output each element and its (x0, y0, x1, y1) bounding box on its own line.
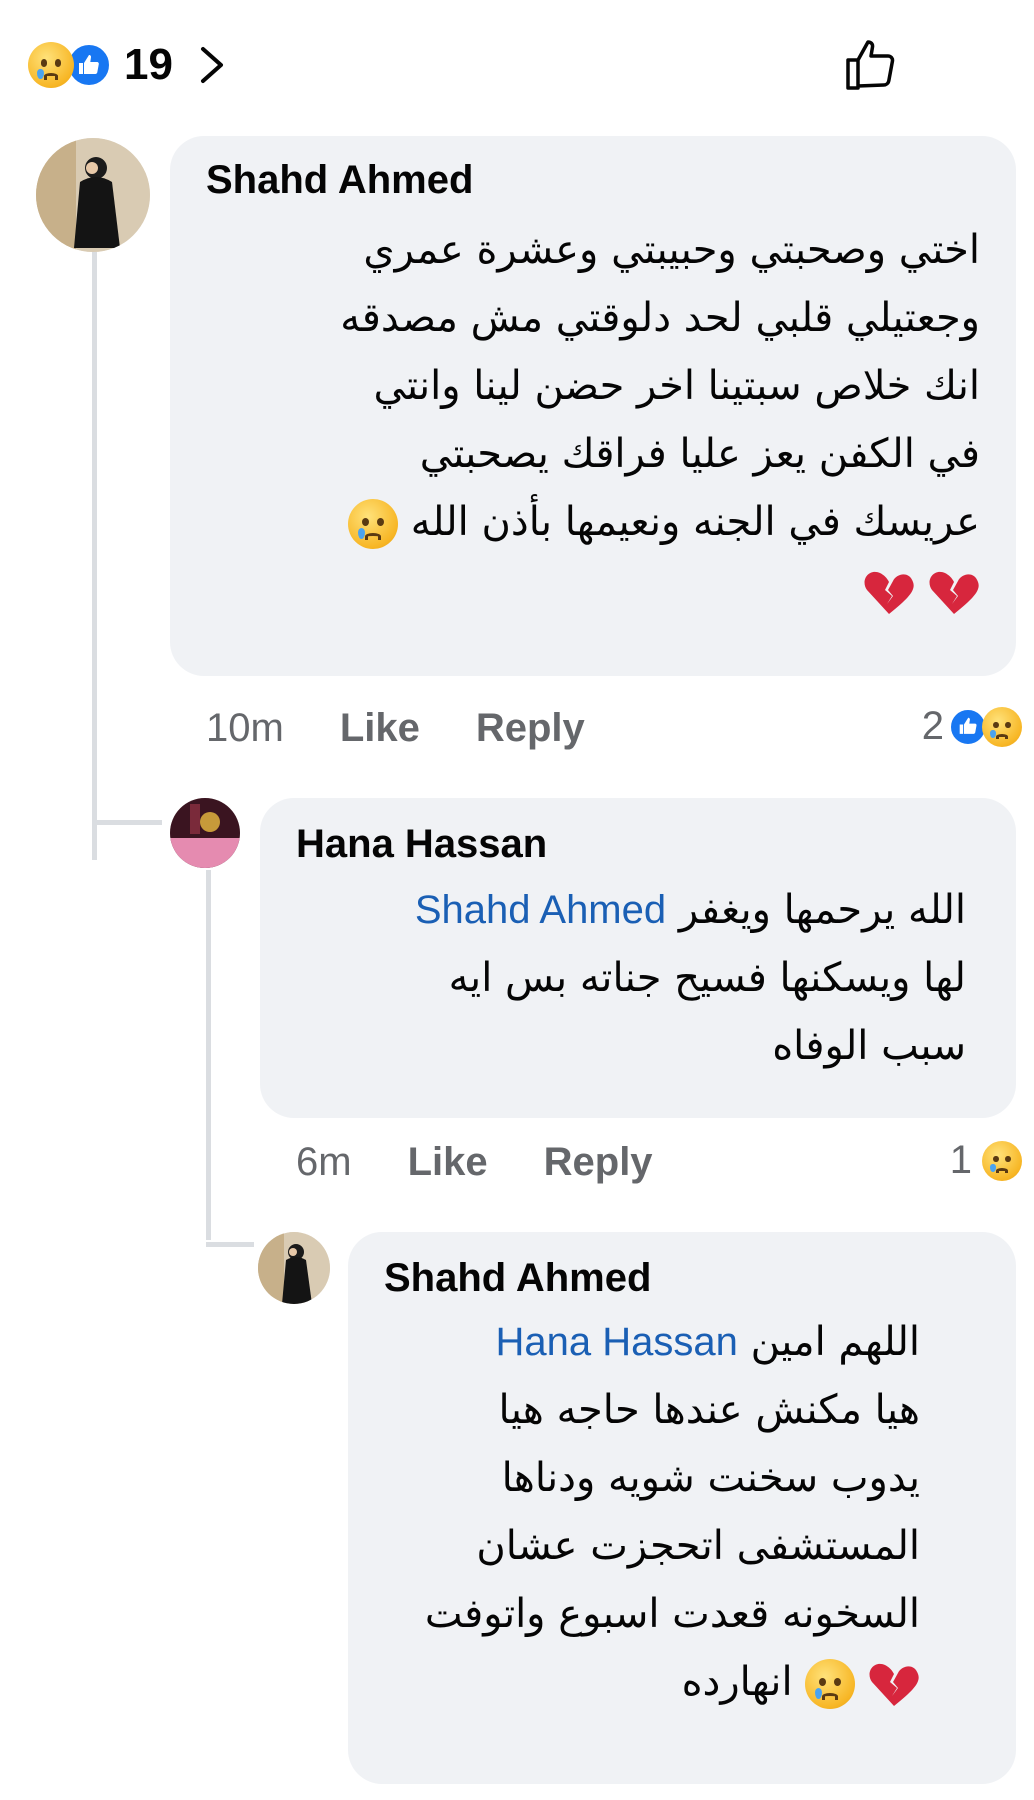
broken-hearts (200, 556, 980, 624)
comment-text: الله يرحمها ويغفر Shahd Ahmed لها ويسكنه… (286, 876, 966, 1080)
avatar-photo (258, 1232, 330, 1304)
comment-line-text: عريسك في الجنه ونعيمها بأذن الله (410, 499, 980, 545)
comment-author[interactable]: Hana Hassan (296, 822, 547, 867)
mention-link[interactable]: Hana Hassan (496, 1320, 738, 1364)
comment-line: يدوب سخنت شويه ودناها (501, 1455, 920, 1501)
comment-reactions[interactable]: 1 (950, 1138, 1022, 1183)
reaction-count: 2 (921, 704, 944, 748)
sad-emoji-icon (982, 706, 1022, 747)
comment-bubble: Shahd Ahmed اللهم امين Hana Hassan هيا م… (348, 1232, 1016, 1784)
avatar[interactable] (36, 138, 150, 252)
comment-author[interactable]: Shahd Ahmed (206, 158, 473, 203)
comment-line: انك خلاص سبتينا اخر حضن لينا وانتي (373, 363, 980, 409)
mention-link[interactable]: Shahd Ahmed (415, 888, 666, 932)
comment-text: اللهم امين Hana Hassan هيا مكنش عندها حا… (360, 1308, 920, 1716)
broken-heart-icon (928, 569, 980, 615)
reply-button[interactable]: Reply (476, 706, 585, 751)
thread-branch (92, 820, 162, 825)
avatar-photo (36, 138, 150, 252)
thread-line (206, 870, 211, 1240)
comment-bubble: Shahd Ahmed اختي وصحبتي وحبيبتي وعشرة عم… (170, 136, 1016, 676)
comment-text: اختي وصحبتي وحبيبتي وعشرة عمري وجعتيلي ق… (200, 216, 980, 624)
comment-line-text: انهارده (681, 1659, 793, 1705)
comment-line-text: اللهم امين (750, 1319, 920, 1365)
comment-line: سبب الوفاه (772, 1023, 966, 1069)
sad-emoji-icon (982, 1140, 1022, 1181)
thread-branch (206, 1242, 254, 1247)
comment-bubble: Hana Hassan الله يرحمها ويغفر Shahd Ahme… (260, 798, 1016, 1118)
comment-time[interactable]: 10m (206, 706, 284, 751)
sad-emoji-icon (348, 499, 399, 549)
avatar-photo (170, 798, 240, 868)
comment-line: اللهم امين Hana Hassan (360, 1308, 920, 1376)
comment-time[interactable]: 6m (296, 1140, 352, 1185)
reaction-count: 19 (124, 40, 173, 89)
comment-line: في الكفن يعز عليا فراقك يصحبتي (419, 431, 980, 477)
comment-line: المستشفى اتحجزت عشان (476, 1523, 920, 1569)
comment-line: اختي وصحبتي وحبيبتي وعشرة عمري (363, 227, 980, 273)
reaction-count: 1 (949, 1138, 972, 1182)
sad-emoji-icon (28, 42, 74, 88)
comment-line: وجعتيلي قلبي لحد دلوقتي مش مصدقه (340, 295, 980, 341)
broken-heart-icon (868, 1661, 920, 1707)
avatar[interactable] (170, 798, 240, 868)
thread-line (92, 240, 97, 860)
comment-line: انهارده (360, 1648, 920, 1716)
comment-actions: 6m Like Reply (296, 1140, 709, 1185)
like-button[interactable]: Like (340, 706, 420, 751)
comment-line: السخونه قعدت اسبوع واتوفت (424, 1591, 920, 1637)
avatar[interactable] (258, 1232, 330, 1304)
comment-line: عريسك في الجنه ونعيمها بأذن الله (200, 488, 980, 556)
reply-button[interactable]: Reply (544, 1140, 653, 1185)
thumb-up-icon[interactable] (844, 36, 900, 92)
comment-line: لها ويسكنها فسيح جناته بس ايه (448, 955, 966, 1001)
comment-author[interactable]: Shahd Ahmed (384, 1256, 651, 1301)
comment-line: هيا مكنش عندها حاجه هيا (498, 1387, 920, 1433)
like-button[interactable]: Like (408, 1140, 488, 1185)
broken-heart-icon (863, 569, 915, 615)
comment-line: الله يرحمها ويغفر Shahd Ahmed (286, 876, 966, 944)
chevron-right-icon (200, 47, 223, 83)
reactions-summary[interactable]: 19 (28, 30, 225, 100)
comment-actions: 10m Like Reply (206, 706, 641, 751)
sad-emoji-icon (805, 1659, 856, 1709)
comment-reactions[interactable]: 2 (922, 704, 1022, 749)
comment-line-text: الله يرحمها ويغفر (678, 887, 966, 933)
